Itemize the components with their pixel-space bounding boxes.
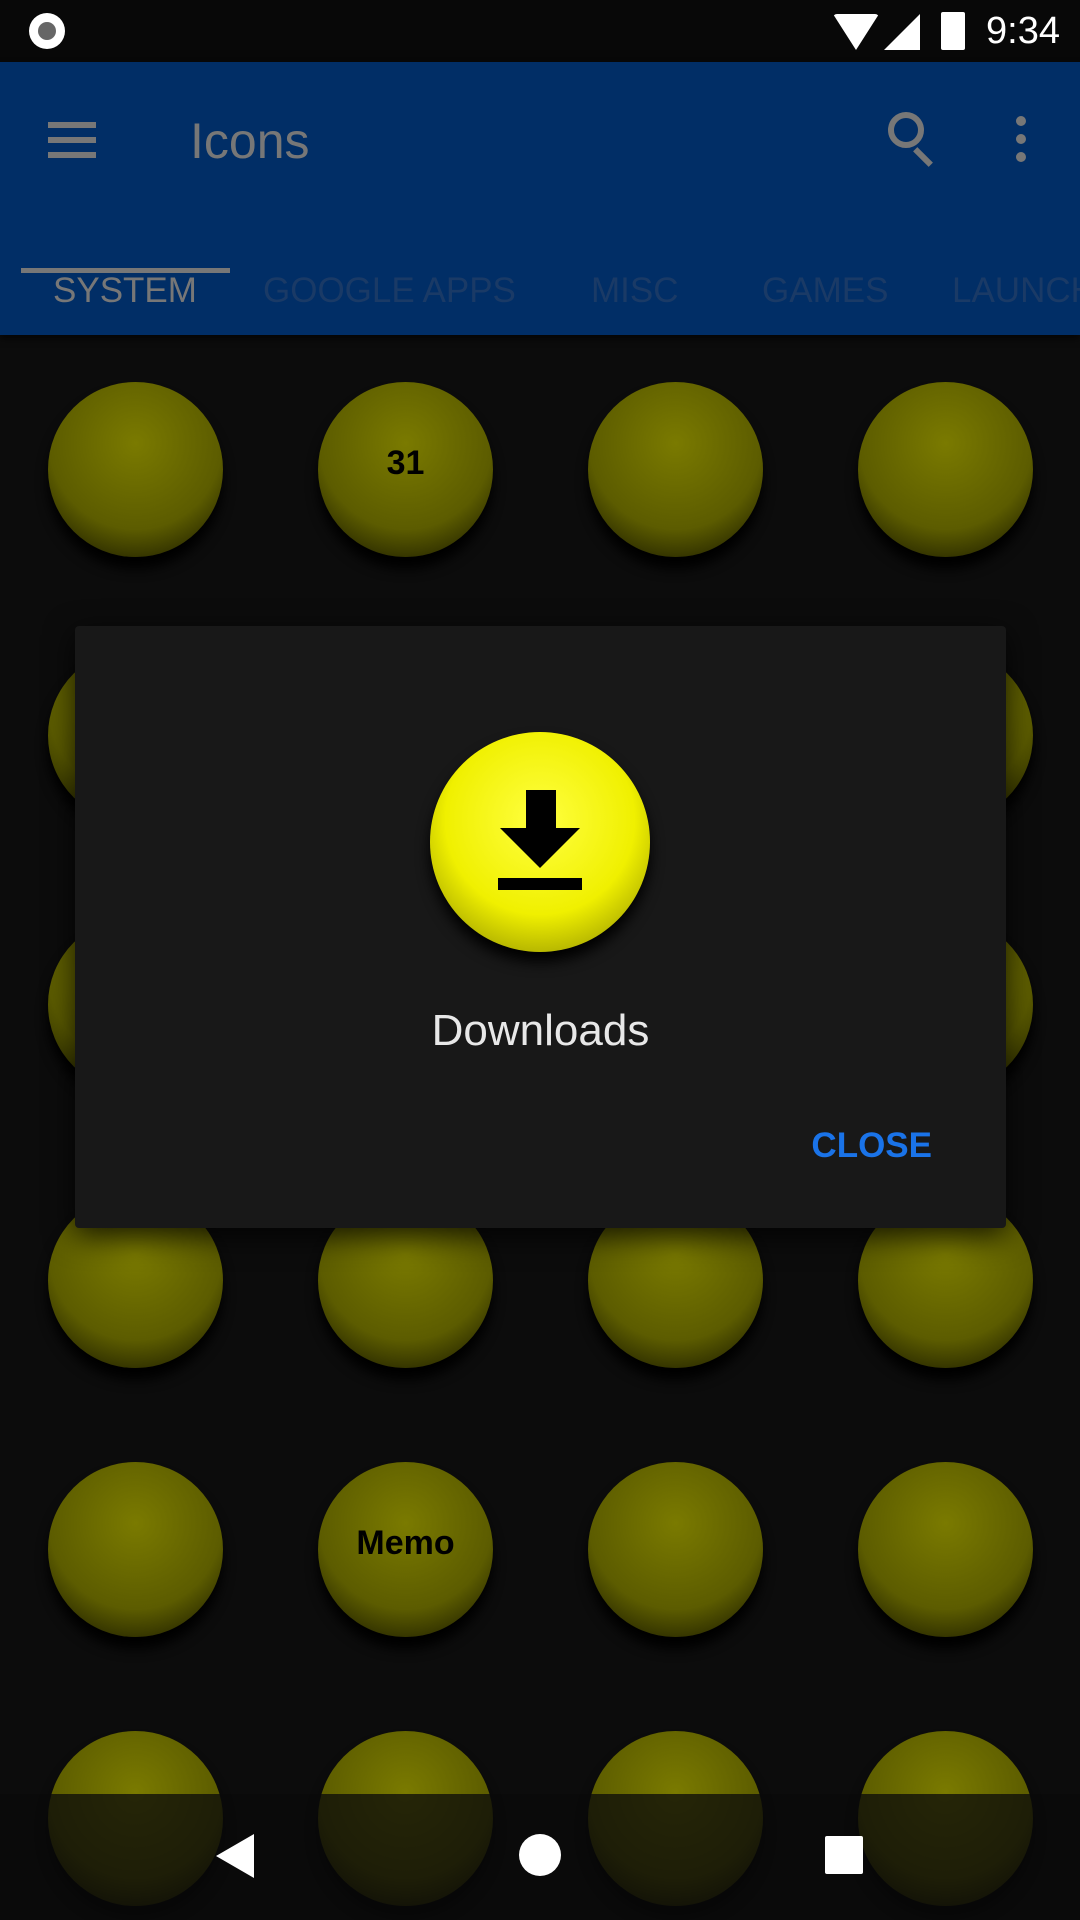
- app-bar: Icons SYSTEM GOOGLE APPS MISC GAMES LAUN…: [0, 62, 1080, 335]
- cell-signal-icon: [884, 14, 920, 50]
- tab-misc[interactable]: MISC: [591, 271, 679, 311]
- camera-icon[interactable]: [588, 382, 763, 557]
- screen-record-icon: [29, 13, 65, 49]
- battery-charging-icon: [941, 12, 965, 50]
- memo-label: Memo: [356, 1524, 455, 1562]
- back-icon[interactable]: [216, 1834, 254, 1878]
- close-button[interactable]: CLOSE: [811, 1126, 932, 1166]
- tab-system[interactable]: SYSTEM: [53, 271, 197, 311]
- browser-icon[interactable]: [48, 1462, 223, 1637]
- tab-games[interactable]: GAMES: [762, 271, 888, 311]
- recents-icon[interactable]: [825, 1836, 863, 1874]
- page-title: Icons: [190, 113, 310, 169]
- status-bar: 9:34: [0, 0, 1080, 62]
- clock: 9:34: [986, 10, 1060, 52]
- download-icon: [430, 732, 650, 952]
- navigation-bar: [0, 1794, 1080, 1920]
- calendar-label: 31: [386, 444, 425, 482]
- calculator-icon[interactable]: [48, 382, 223, 557]
- hamburger-icon[interactable]: [48, 122, 96, 158]
- tab-launchers[interactable]: LAUNCH: [952, 271, 1080, 311]
- messages-icon[interactable]: [588, 1462, 763, 1637]
- home-icon[interactable]: [519, 1834, 561, 1876]
- clock-icon[interactable]: [858, 382, 1033, 557]
- icon-name: Downloads: [431, 1006, 650, 1055]
- search-icon[interactable]: [888, 112, 924, 148]
- tab-bar: SYSTEM GOOGLE APPS MISC GAMES LAUNCH: [0, 247, 1080, 335]
- tab-google-apps[interactable]: GOOGLE APPS: [263, 271, 516, 311]
- wifi-icon: [833, 14, 879, 50]
- more-vert-icon[interactable]: [1016, 116, 1026, 170]
- tab-indicator: [21, 268, 230, 273]
- calendar-icon[interactable]: 31: [318, 382, 493, 557]
- memo-icon[interactable]: Memo: [318, 1462, 493, 1637]
- icon-preview-dialog: Downloads CLOSE: [75, 626, 1006, 1228]
- files-icon[interactable]: [858, 1462, 1033, 1637]
